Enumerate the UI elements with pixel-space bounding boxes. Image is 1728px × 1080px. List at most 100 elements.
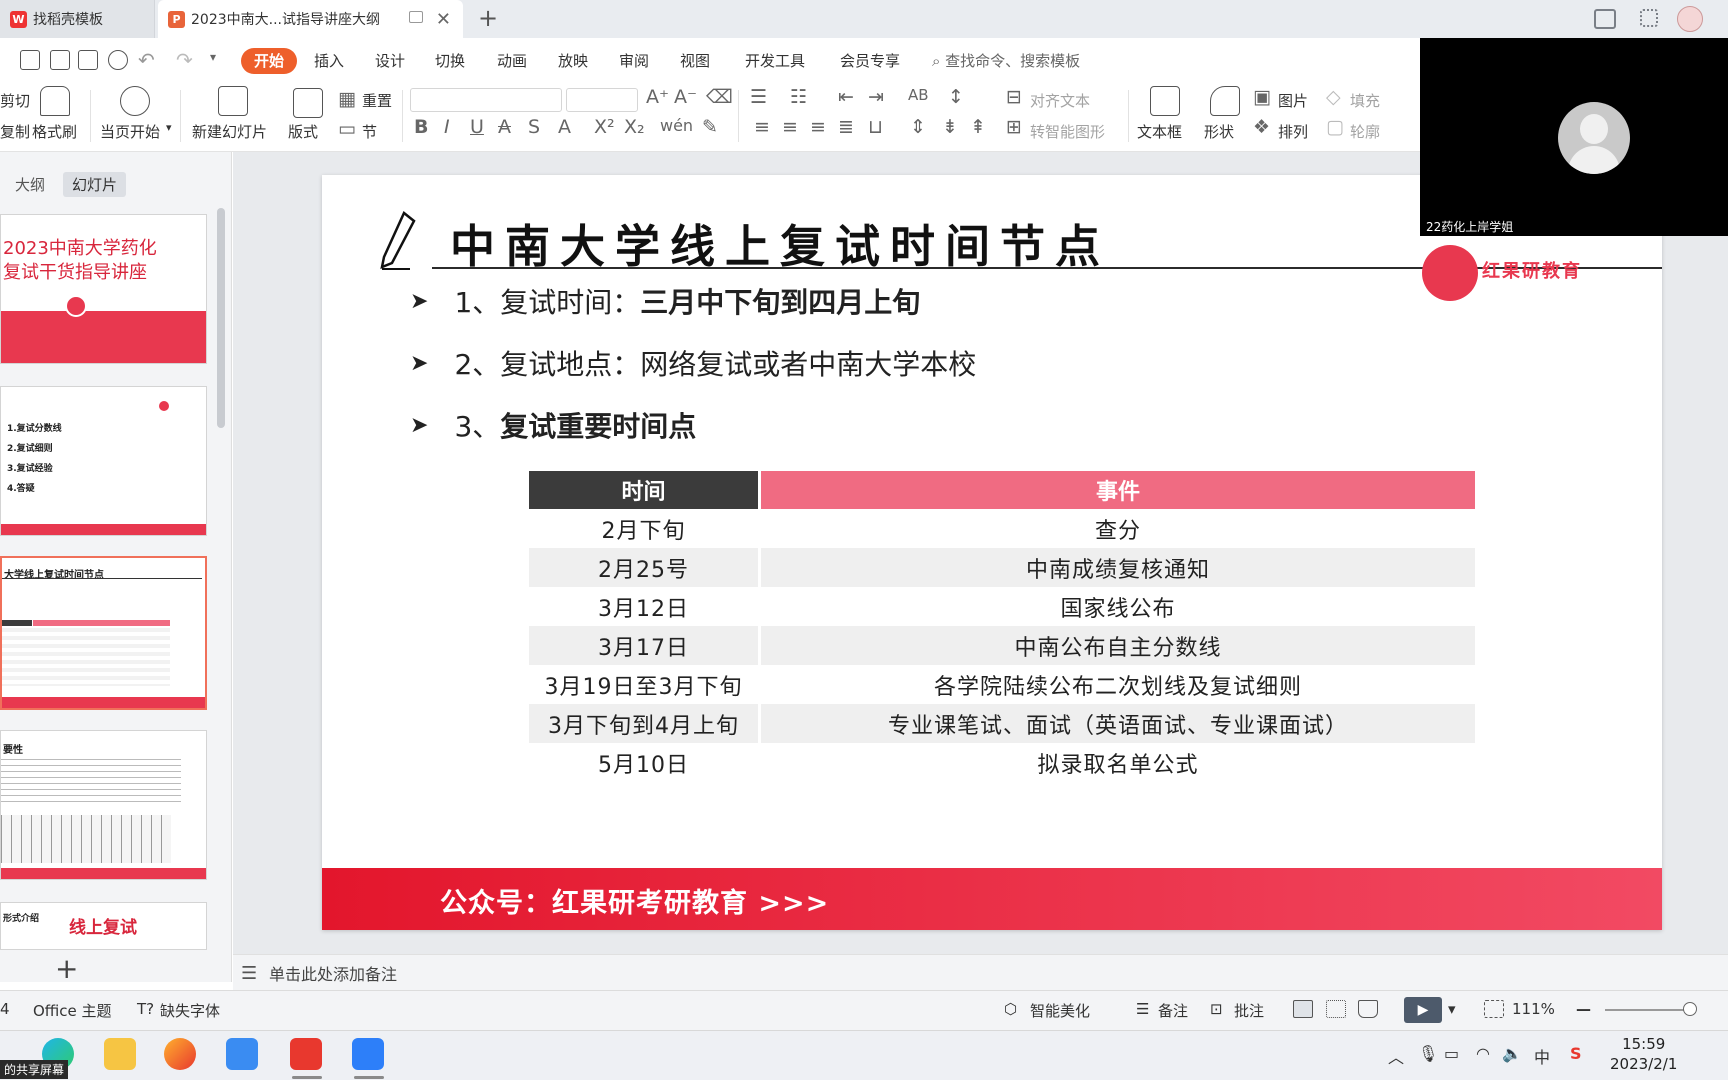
phonetic-guide-icon[interactable]: wén — [660, 116, 693, 135]
normal-view-icon[interactable] — [1293, 1000, 1313, 1018]
save-icon[interactable] — [20, 50, 40, 70]
current-slide[interactable]: 中南大学线上复试时间节点 红果研教育 ➤ 1、复试时间： 三月中下旬到四月上旬 ➤… — [322, 175, 1662, 930]
copy-button[interactable]: 复制 — [0, 121, 30, 142]
meeting-app-icon[interactable] — [352, 1038, 384, 1070]
fit-window-icon[interactable] — [1484, 1000, 1504, 1018]
arrange-button[interactable]: 排列 — [1278, 121, 1308, 142]
slide-thumbnail-5[interactable]: 形式介绍 线上复试 — [0, 902, 207, 950]
sort-icon[interactable]: ↕ — [948, 86, 964, 108]
textbox-icon[interactable] — [1150, 86, 1180, 116]
slide-sorter-icon[interactable] — [1326, 1000, 1346, 1018]
menu-view[interactable]: 视图 — [680, 48, 710, 74]
align-right-icon[interactable]: ≡ — [810, 116, 826, 138]
slide-thumbnail-4[interactable]: 要性 — [0, 730, 207, 880]
fill-icon[interactable]: ◇ — [1326, 86, 1341, 108]
format-painter-button[interactable]: 格式刷 — [32, 121, 77, 142]
apps-grid-icon[interactable] — [1640, 9, 1658, 27]
tab-float-icon[interactable] — [409, 11, 423, 23]
shrink-font-icon[interactable]: A⁻ — [674, 86, 697, 108]
panel-scrollbar[interactable] — [217, 208, 225, 428]
wps-office-icon[interactable] — [290, 1038, 322, 1070]
distribute-icon[interactable]: ⊔ — [868, 116, 883, 138]
file-explorer-icon[interactable] — [104, 1038, 136, 1070]
zoom-level[interactable]: 111% — [1512, 1000, 1555, 1018]
feishu-icon[interactable] — [226, 1038, 258, 1070]
export-icon[interactable] — [50, 50, 70, 70]
menu-design[interactable]: 设计 — [375, 48, 405, 74]
align-text-icon[interactable]: ⊟ — [1006, 86, 1022, 108]
menu-home[interactable]: 开始 — [241, 48, 298, 74]
close-tab-icon[interactable]: ✕ — [436, 9, 451, 30]
shape-button[interactable]: 形状 — [1204, 121, 1234, 142]
decrease-indent-icon[interactable]: ⇤ — [838, 86, 854, 108]
tab-template-store[interactable]: W 找稻壳模板 — [0, 0, 155, 38]
play-from-current-icon[interactable] — [120, 86, 150, 116]
line-spacing-icon[interactable]: ⇕ — [910, 116, 926, 138]
layout-icon[interactable] — [293, 88, 323, 118]
slide-thumbnail-3-selected[interactable]: 大学线上复试时间节点 — [0, 556, 207, 710]
underline-icon[interactable]: U — [470, 116, 484, 138]
microphone-icon[interactable]: 🎙 — [1418, 1044, 1438, 1063]
align-left-icon[interactable]: ≡ — [754, 116, 770, 138]
zoom-slider-handle[interactable] — [1683, 1002, 1697, 1016]
font-size-select[interactable] — [566, 88, 638, 112]
cut-button[interactable]: 剪切 — [0, 90, 30, 111]
print-icon[interactable] — [78, 50, 98, 70]
new-slide-icon[interactable] — [218, 86, 248, 116]
format-painter-icon[interactable] — [40, 86, 70, 116]
reset-icon[interactable]: ▦ — [338, 88, 356, 110]
slideshow-play-button[interactable]: ▶ — [1404, 997, 1442, 1023]
increase-indent-icon[interactable]: ⇥ — [868, 86, 884, 108]
smart-shape-icon[interactable]: ⊞ — [1006, 116, 1022, 138]
justify-icon[interactable]: ≣ — [838, 116, 854, 138]
new-slide-button[interactable]: 新建幻灯片 — [192, 121, 267, 142]
highlight-icon[interactable]: ✎ — [702, 116, 718, 138]
section-icon[interactable]: ▭ — [338, 118, 356, 140]
user-avatar[interactable] — [1677, 6, 1703, 32]
firefox-icon[interactable] — [164, 1038, 196, 1070]
play-dropdown-icon[interactable]: ▾ — [1448, 1000, 1456, 1018]
layout-button[interactable]: 版式 — [288, 121, 318, 142]
superscript-icon[interactable]: X² — [594, 116, 615, 138]
dropdown-arrow-icon[interactable]: ▾ — [166, 121, 172, 134]
zoom-out-icon[interactable]: — — [1576, 1000, 1591, 1018]
ime-icon[interactable]: 中 — [1534, 1044, 1550, 1068]
smart-beautify-button[interactable]: 智能美化 — [1030, 1000, 1090, 1021]
slide-thumbnail-1[interactable]: 2023中南大学药化 复试干货指导讲座 — [0, 214, 207, 364]
menu-membership[interactable]: 会员专享 — [840, 48, 900, 74]
arrange-icon[interactable]: ❖ — [1253, 116, 1270, 138]
strikethrough-icon[interactable]: A — [498, 116, 511, 138]
undo-icon[interactable]: ↶ — [138, 48, 155, 72]
text-shadow-icon[interactable]: S — [528, 116, 540, 138]
tab-slides[interactable]: 幻灯片 — [63, 172, 127, 197]
menu-animation[interactable]: 动画 — [497, 48, 527, 74]
outline-button[interactable]: 轮廓 — [1350, 121, 1380, 142]
tab-outline[interactable]: 大纲 — [6, 172, 54, 197]
text-direction-icon[interactable]: AB — [908, 86, 929, 104]
menu-review[interactable]: 审阅 — [619, 48, 649, 74]
grow-font-icon[interactable]: A⁺ — [646, 86, 669, 108]
numbered-list-icon[interactable]: ☷ — [790, 86, 807, 108]
align-center-icon[interactable]: ≡ — [782, 116, 798, 138]
menu-transition[interactable]: 切换 — [435, 48, 465, 74]
reset-button[interactable]: 重置 — [362, 90, 392, 111]
new-tab-button[interactable]: + — [478, 4, 498, 32]
fill-button[interactable]: 填充 — [1350, 90, 1380, 111]
add-slide-button[interactable]: + — [55, 952, 78, 985]
bullet-list-icon[interactable]: ☰ — [750, 86, 767, 108]
clock[interactable]: 15:59 2023/2/1 — [1610, 1034, 1677, 1074]
from-current-button[interactable]: 当页开始 — [100, 121, 160, 142]
tray-expand-icon[interactable]: ︿ — [1388, 1044, 1404, 1068]
command-search[interactable]: ⌕ 查找命令、搜索模板 — [932, 48, 1080, 74]
wifi-icon[interactable]: ◠ — [1476, 1044, 1490, 1063]
italic-icon[interactable]: I — [444, 116, 450, 138]
missing-font-button[interactable]: 缺失字体 — [160, 1000, 220, 1021]
zoom-slider-track[interactable] — [1605, 1009, 1693, 1011]
subscript-icon[interactable]: X₂ — [624, 116, 645, 138]
notes-toggle-button[interactable]: 备注 — [1158, 1000, 1188, 1021]
slide-thumbnail-2[interactable]: 1.复试分数线 2.复试细则 3.复试经验 4.答疑 — [0, 386, 207, 536]
smart-shape-button[interactable]: 转智能图形 — [1030, 121, 1105, 142]
wps-tray-icon[interactable]: S — [1570, 1044, 1582, 1063]
font-family-select[interactable] — [410, 88, 562, 112]
tab-current-document[interactable]: P 2023中南大...试指导讲座大纲 ✕ — [158, 0, 463, 38]
